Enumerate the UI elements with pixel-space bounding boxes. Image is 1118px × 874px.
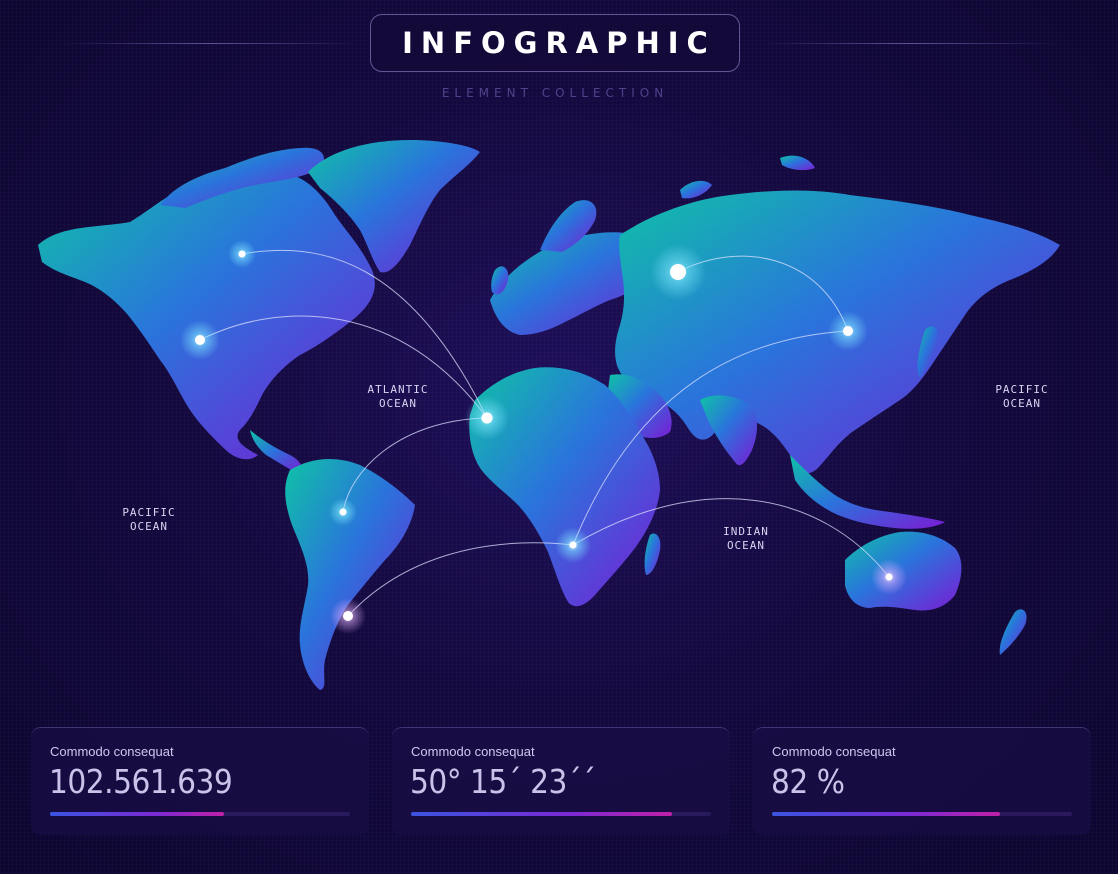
progress-track <box>411 812 711 816</box>
location-point <box>555 527 591 563</box>
stat-label: Commodo consequat <box>50 744 174 759</box>
stat-card-1: Commodo consequat 102.561.639 <box>31 727 369 835</box>
stat-value: 82 % <box>771 762 845 801</box>
progress-fill <box>50 812 224 816</box>
continent-central-america <box>250 430 302 474</box>
stat-label: Commodo consequat <box>772 744 896 759</box>
location-point <box>828 311 868 351</box>
continent-new-zealand <box>999 609 1027 655</box>
stat-card-3: Commodo consequat 82 % <box>753 727 1091 835</box>
location-point <box>465 396 509 440</box>
location-point <box>180 320 220 360</box>
ocean-label-pacific-west-line1: PACIFIC <box>122 506 175 519</box>
progress-track <box>772 812 1072 816</box>
ocean-label-indian-line1: INDIAN <box>723 525 769 538</box>
ocean-label-pacific-east-line2: OCEAN <box>1003 397 1041 410</box>
location-point <box>228 240 256 268</box>
ocean-label-atlantic-line1: ATLANTIC <box>368 383 429 396</box>
stat-card-2: Commodo consequat 50° 15´ 23´´ <box>392 727 730 835</box>
location-point <box>330 598 366 634</box>
progress-fill <box>411 812 672 816</box>
ocean-label-pacific-east-line1: PACIFIC <box>995 383 1048 396</box>
ocean-label-pacific-west-line2: OCEAN <box>130 520 168 533</box>
location-point <box>871 559 907 595</box>
location-point <box>329 498 357 526</box>
stat-value: 50° 15´ 23´´ <box>410 762 596 801</box>
ocean-label-indian-line2: OCEAN <box>727 539 765 552</box>
continents <box>38 140 1060 690</box>
ocean-label-atlantic-line2: OCEAN <box>379 397 417 410</box>
continent-north-america <box>38 171 375 460</box>
progress-track <box>50 812 350 816</box>
stat-label: Commodo consequat <box>411 744 535 759</box>
continent-south-america <box>285 458 415 690</box>
continent-northern-islands <box>680 180 712 199</box>
progress-fill <box>772 812 1000 816</box>
location-point <box>650 244 706 300</box>
stat-value: 102.561.639 <box>49 762 233 801</box>
continent-madagascar <box>644 533 661 575</box>
